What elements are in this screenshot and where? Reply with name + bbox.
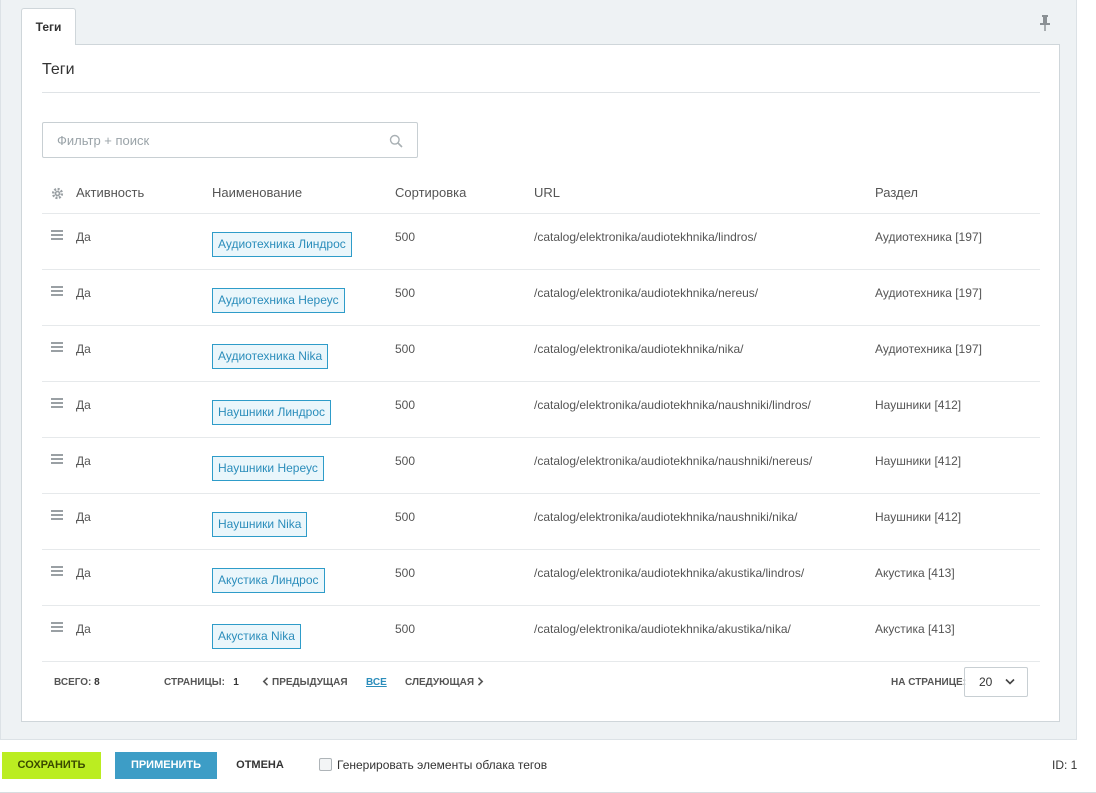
per-page-value: 20 [979,675,993,689]
tag-name-link[interactable]: Акустика Nika [212,624,301,649]
sort-cell: 500 [395,622,416,636]
total-value: 8 [94,677,100,688]
activity-cell: Да [76,454,91,468]
drag-handle-icon[interactable] [51,286,63,296]
section-cell: Аудиотехника [197] [875,286,982,300]
total-label: ВСЕГО: [54,677,92,688]
section-cell: Аудиотехника [197] [875,342,982,356]
chevron-right-icon [477,677,484,686]
table-row[interactable]: Да Акустика Линдрос 500 /catalog/elektro… [42,550,1040,606]
search-icon[interactable] [389,134,403,148]
table-header: Активность Наименование Сортировка URL Р… [42,173,1040,214]
generate-tags-checkbox[interactable] [319,758,332,771]
pin-icon[interactable] [1037,14,1053,32]
drag-handle-icon[interactable] [51,622,63,632]
pages-label: СТРАНИЦЫ: [164,677,225,688]
generate-tags-label[interactable]: Генерировать элементы облака тегов [337,758,547,772]
tag-name-link[interactable]: Наушники Линдрос [212,400,332,425]
column-header-activity[interactable]: Активность [76,173,144,214]
activity-cell: Да [76,566,91,580]
table-row[interactable]: Да Наушники Линдрос 500 /catalog/elektro… [42,382,1040,438]
footer-bar: СОХРАНИТЬ ПРИМЕНИТЬ ОТМЕНА Генерировать … [0,740,1096,793]
column-header-sort[interactable]: Сортировка [395,173,466,214]
cancel-button[interactable]: ОТМЕНА [228,752,292,779]
table-row[interactable]: Да Акустика Nika 500 /catalog/elektronik… [42,606,1040,662]
table-row[interactable]: Да Аудиотехника Nika 500 /catalog/elektr… [42,326,1040,382]
section-cell: Наушники [412] [875,454,962,468]
table-row[interactable]: Да Аудиотехника Линдрос 500 /catalog/ele… [42,214,1040,270]
activity-cell: Да [76,622,91,636]
sort-cell: 500 [395,454,416,468]
search-box [42,122,418,158]
sort-cell: 500 [395,342,416,356]
tab-container: Теги Теги Активность Наименован [0,0,1077,740]
prev-page-link[interactable]: ПРЕДЫДУЩАЯ [262,677,348,688]
section-cell: Аудиотехника [197] [875,230,982,244]
activity-cell: Да [76,398,91,412]
record-id: ID: 1 [1052,758,1078,772]
drag-handle-icon[interactable] [51,230,63,240]
tags-table: Активность Наименование Сортировка URL Р… [42,173,1040,662]
tag-name-link[interactable]: Аудиотехника Nika [212,344,329,369]
tag-name-link[interactable]: Акустика Линдрос [212,568,325,593]
per-page-select[interactable]: 20 [964,667,1028,697]
per-page-label: НА СТРАНИЦЕ: [891,677,967,688]
url-cell: /catalog/elektronika/audiotekhnika/naush… [534,454,813,468]
total-count: ВСЕГО: 8 [54,677,100,688]
title-divider [42,92,1040,93]
sort-cell: 500 [395,398,416,412]
section-cell: Акустика [413] [875,622,955,636]
drag-handle-icon[interactable] [51,398,63,408]
url-cell: /catalog/elektronika/audiotekhnika/nereu… [534,286,759,300]
url-cell: /catalog/elektronika/audiotekhnika/lindr… [534,230,757,244]
activity-cell: Да [76,286,91,300]
apply-button[interactable]: ПРИМЕНИТЬ [115,752,217,779]
activity-cell: Да [76,510,91,524]
chevron-left-icon [262,677,269,686]
pagination-bar: ВСЕГО: 8 СТРАНИЦЫ: 1 ПРЕДЫДУЩАЯ ВСЕ СЛЕД… [42,665,1040,701]
search-input[interactable] [43,123,383,157]
next-page-link[interactable]: СЛЕДУЮЩАЯ [405,677,484,688]
table-row[interactable]: Да Наушники Nika 500 /catalog/elektronik… [42,494,1040,550]
sort-cell: 500 [395,510,416,524]
pages-info: СТРАНИЦЫ: 1 [164,677,239,688]
url-cell: /catalog/elektronika/audiotekhnika/akust… [534,566,805,580]
current-page[interactable]: 1 [233,677,239,688]
tag-name-link[interactable]: Наушники Nika [212,512,308,537]
tag-name-link[interactable]: Аудиотехника Нереус [212,288,345,313]
panel-title: Теги [42,61,75,78]
tags-panel: Теги Активность Наименование Сортировка … [21,44,1060,722]
tag-name-link[interactable]: Аудиотехника Линдрос [212,232,352,257]
column-header-section[interactable]: Раздел [875,173,918,214]
drag-handle-icon[interactable] [51,566,63,576]
drag-handle-icon[interactable] [51,454,63,464]
sort-cell: 500 [395,286,416,300]
tag-name-link[interactable]: Наушники Нереус [212,456,324,481]
url-cell: /catalog/elektronika/audiotekhnika/nika/ [534,342,744,356]
save-button[interactable]: СОХРАНИТЬ [2,752,101,779]
drag-handle-icon[interactable] [51,342,63,352]
section-cell: Акустика [413] [875,566,955,580]
table-row[interactable]: Да Аудиотехника Нереус 500 /catalog/elek… [42,270,1040,326]
sort-cell: 500 [395,230,416,244]
activity-cell: Да [76,342,91,356]
url-cell: /catalog/elektronika/audiotekhnika/akust… [534,622,791,636]
column-header-name[interactable]: Наименование [212,173,302,214]
activity-cell: Да [76,230,91,244]
drag-handle-icon[interactable] [51,510,63,520]
column-header-url[interactable]: URL [534,173,560,214]
gear-icon[interactable] [51,187,64,200]
chevron-down-icon [1005,678,1015,685]
section-cell: Наушники [412] [875,398,962,412]
sort-cell: 500 [395,566,416,580]
all-pages-link[interactable]: ВСЕ [366,677,387,688]
url-cell: /catalog/elektronika/audiotekhnika/naush… [534,510,798,524]
table-row[interactable]: Да Наушники Нереус 500 /catalog/elektron… [42,438,1040,494]
tab-tags[interactable]: Теги [21,8,76,45]
section-cell: Наушники [412] [875,510,962,524]
url-cell: /catalog/elektronika/audiotekhnika/naush… [534,398,811,412]
